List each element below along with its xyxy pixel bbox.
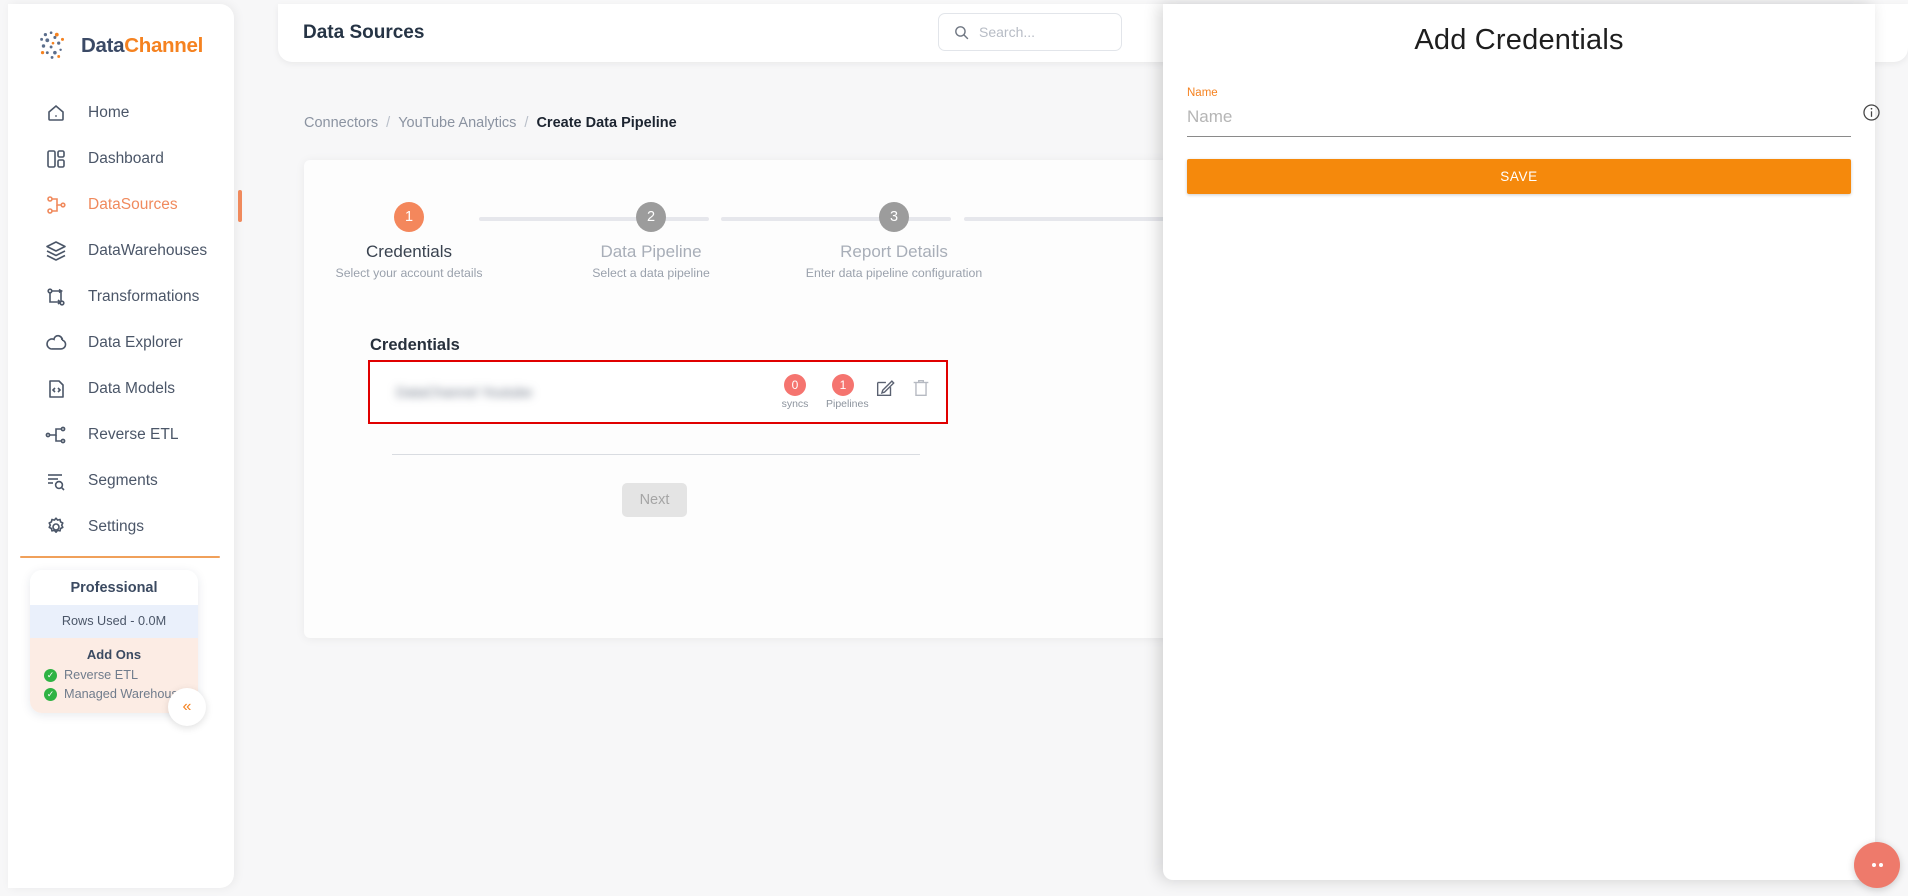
sidebar-item-settings[interactable]: Settings (8, 504, 234, 550)
breadcrumb-separator: / (524, 115, 529, 131)
plan-addon-label: Reverse ETL (64, 668, 139, 682)
step-number-badge: 1 (394, 202, 424, 232)
gear-icon (48, 517, 64, 533)
check-circle-icon: ✓ (44, 687, 57, 701)
plan-addon-label: Managed Warehouse (64, 687, 185, 701)
add-credentials-panel: Add Credentials Name SAVE (1163, 4, 1880, 880)
credential-name: DataChannel Youtube (396, 384, 533, 400)
sidebar-item-label: Transformations (88, 288, 200, 305)
step-subtitle: Select your account details (335, 266, 483, 280)
warehouse-icon (46, 241, 66, 261)
credentials-heading: Credentials (370, 335, 460, 354)
sidebar-item-label: Data Explorer (88, 334, 183, 351)
credential-row-actions: 0 syncs 1 Pipelines (778, 374, 932, 410)
sidebar-item-label: Reverse ETL (88, 426, 179, 443)
sidebar-item-reverse-etl[interactable]: Reverse ETL (8, 412, 234, 458)
plan-card: Professional Rows Used - 0.0M Add Ons ✓ … (30, 570, 198, 713)
info-icon[interactable] (1862, 103, 1881, 122)
sidebar: DataChannel Home Dashboard DataSources D… (8, 4, 242, 888)
plan-addon-item: ✓ Reverse ETL (30, 666, 198, 685)
step-subtitle: Enter data pipeline configuration (805, 266, 983, 280)
sidebar-item-home[interactable]: Home (8, 90, 234, 136)
breadcrumb-item-current: Create Data Pipeline (536, 115, 677, 131)
chevron-double-left-icon: « (182, 698, 192, 715)
sidebar-item-datawarehouses[interactable]: DataWarehouses (8, 228, 234, 274)
plan-rows-used: Rows Used - 0.0M (30, 605, 198, 638)
credential-row-highlight: DataChannel Youtube 0 syncs 1 Pipelines (368, 360, 948, 424)
search-box[interactable]: Search... (938, 13, 1122, 51)
sidebar-item-transformations[interactable]: Transformations (8, 274, 234, 320)
sidebar-nav: Home Dashboard DataSources DataWarehouse… (8, 90, 242, 550)
chat-support-button[interactable] (1854, 842, 1900, 888)
stepper-step-1[interactable]: 1 Credentials Select your account detail… (289, 194, 529, 280)
page-title: Data Sources (303, 22, 425, 43)
pipelines-stat: 1 Pipelines (826, 374, 869, 410)
sidebar-item-datasources[interactable]: DataSources (8, 182, 242, 228)
explorer-icon (46, 334, 67, 350)
syncs-label: syncs (781, 398, 809, 410)
app-root: DataChannel Home Dashboard DataSources D… (0, 0, 1908, 896)
datasources-icon (47, 196, 66, 214)
transformations-icon (47, 288, 65, 306)
breadcrumb-separator: / (386, 115, 391, 131)
pipelines-count-badge: 1 (832, 374, 854, 396)
sidebar-item-data-explorer[interactable]: Data Explorer (8, 320, 234, 366)
card-divider (392, 454, 920, 455)
delete-icon[interactable] (910, 377, 932, 399)
chat-dots-icon (1871, 863, 1876, 867)
sidebar-item-label: Settings (88, 518, 145, 535)
search-icon (955, 25, 969, 39)
home-icon (48, 104, 64, 121)
stepper-step-2[interactable]: 2 Data Pipeline Select a data pipeline (531, 194, 771, 280)
panel-title: Add Credentials (1414, 24, 1624, 56)
edit-icon[interactable] (874, 377, 896, 399)
sidebar-item-label: Data Models (88, 380, 176, 397)
brand-text-part1: Data (81, 34, 125, 57)
syncs-stat: 0 syncs (778, 374, 812, 410)
chat-dots-icon (1878, 863, 1883, 867)
brand-text-part2: Channel (124, 34, 204, 57)
sidebar-item-label: DataWarehouses (88, 242, 208, 259)
sidebar-item-segments[interactable]: Segments (8, 458, 234, 504)
sidebar-item-label: DataSources (88, 196, 178, 213)
plan-addons-title: Add Ons (30, 638, 198, 666)
models-icon (49, 380, 64, 398)
breadcrumb-item-youtube-analytics[interactable]: YouTube Analytics (398, 115, 516, 131)
search-input-placeholder: Search... (979, 24, 1036, 40)
stepper-step-3[interactable]: 3 Report Details Enter data pipeline con… (774, 194, 1014, 280)
step-number-badge: 3 (879, 202, 909, 232)
step-title: Data Pipeline (600, 242, 702, 261)
breadcrumb: Connectors / YouTube Analytics / Create … (304, 115, 677, 131)
sidebar-collapse-button[interactable]: « (168, 688, 206, 726)
dashboard-icon (47, 150, 65, 168)
check-circle-icon: ✓ (44, 668, 57, 682)
breadcrumb-item-connectors[interactable]: Connectors (304, 115, 378, 131)
sidebar-item-data-models[interactable]: Data Models (8, 366, 234, 412)
datachannel-logo-icon (40, 31, 65, 59)
reverse-etl-icon (45, 426, 66, 444)
step-title: Report Details (840, 242, 948, 261)
name-field-underline (1187, 107, 1851, 137)
step-subtitle: Select a data pipeline (592, 266, 710, 280)
step-title: Credentials (366, 242, 452, 261)
name-input[interactable] (1187, 107, 1851, 127)
plan-divider (20, 556, 220, 558)
sidebar-item-dashboard[interactable]: Dashboard (8, 136, 234, 182)
sidebar-item-label: Segments (88, 472, 158, 489)
brand-text: DataChannel (81, 34, 203, 58)
next-button[interactable]: Next (622, 483, 687, 517)
sidebar-item-label: Home (88, 104, 130, 121)
name-field-label: Name (1187, 87, 1218, 99)
plan-title: Professional (30, 570, 198, 605)
syncs-count-badge: 0 (784, 374, 806, 396)
step-number-badge: 2 (636, 202, 666, 232)
brand-logo-area[interactable]: DataChannel (8, 4, 234, 68)
save-button[interactable]: SAVE (1187, 159, 1851, 194)
pipelines-label: Pipelines (826, 398, 869, 410)
name-field-group: Name (1187, 87, 1880, 137)
segments-icon (48, 474, 65, 491)
sidebar-item-label: Dashboard (88, 150, 164, 167)
